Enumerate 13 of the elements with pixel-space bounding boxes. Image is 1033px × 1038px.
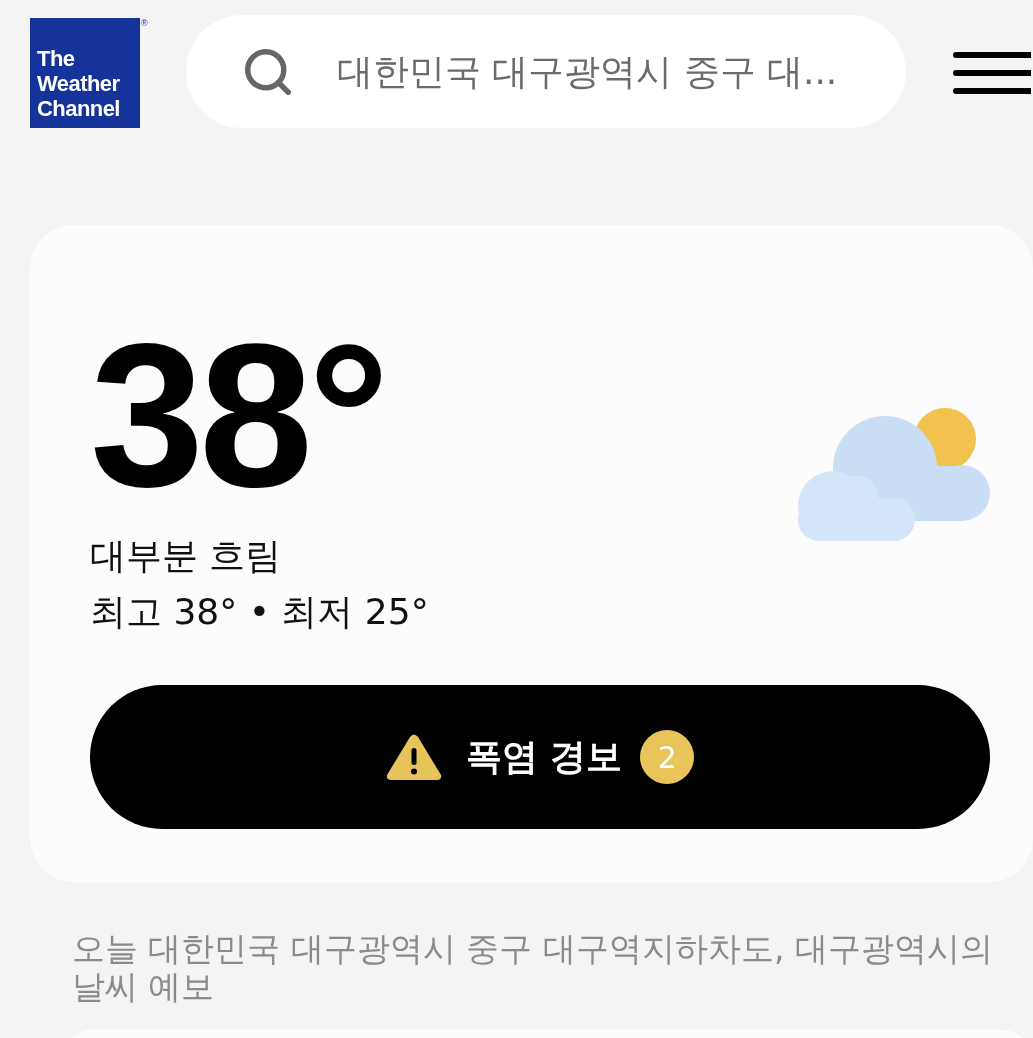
partly-cloudy-icon (798, 406, 990, 541)
registered-mark: ® (141, 18, 148, 28)
high-low-temperature: 최고 38° • 최저 25° (90, 590, 429, 634)
warning-icon (385, 734, 442, 780)
logo[interactable]: The Weather Channel (30, 18, 140, 128)
temperature: 38° (90, 312, 386, 517)
alert-count-badge: 2 (640, 730, 695, 784)
condition-text: 대부분 흐림 (90, 534, 283, 578)
menu-icon[interactable] (952, 52, 1031, 94)
alert-label: 폭염 경보 (465, 735, 623, 779)
forecast-heading: 오늘 대한민국 대구광역시 중구 대구역지하차도, 대구광역시의 날씨 예보 (72, 930, 994, 1006)
heat-alert-button[interactable]: 폭염 경보 2 (90, 685, 990, 829)
search-field[interactable]: 대한민국 대구광역시 중구 대... (185, 15, 906, 128)
